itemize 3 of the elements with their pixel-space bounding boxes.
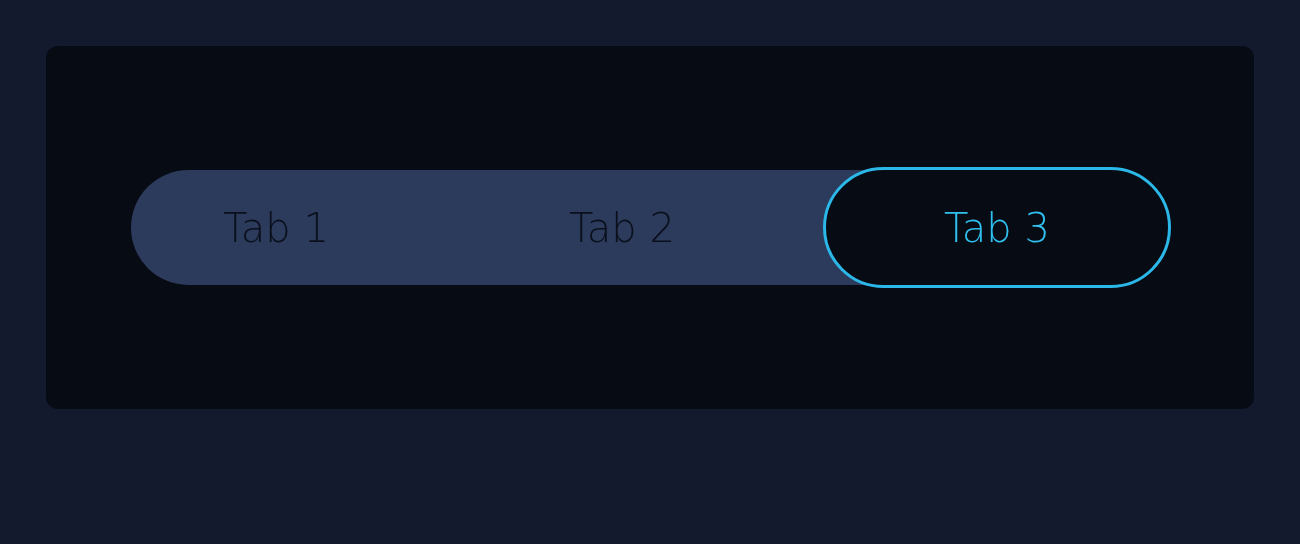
tab[interactable]: Tab 2 <box>421 170 823 285</box>
tab[interactable]: Tab 3 <box>823 167 1171 288</box>
tab[interactable]: Tab 1 <box>131 170 421 285</box>
